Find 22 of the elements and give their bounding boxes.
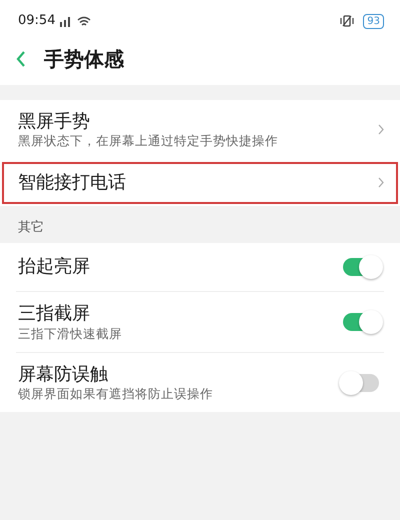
status-time: 09:54 — [18, 12, 56, 30]
item-title: 三指截屏 — [18, 302, 91, 326]
vibrate-icon — [339, 15, 356, 27]
chevron-icon — [378, 124, 384, 136]
section-heading: 其它 — [17, 218, 45, 237]
item-subtitle: 黑屏状态下，在屏幕上通过特定手势快捷操作 — [18, 133, 279, 150]
item-subtitle: 三指下滑快速截屏 — [18, 326, 123, 342]
item-title: 抬起亮屏 — [18, 255, 91, 279]
item-title: 黑屏手势 — [18, 110, 91, 134]
settings-item[interactable]: 黑屏手势 黑屏状态下，在屏幕上通过特定手势快捷操作 — [0, 100, 400, 160]
chevron-icon — [378, 177, 384, 188]
battery-level: 93 — [363, 14, 384, 28]
item-subtitle: 锁屏界面如果有遮挡将防止误操作 — [18, 386, 214, 402]
settings-item[interactable]: 三指截屏 三指下滑快速截屏 — [0, 292, 400, 352]
settings-item[interactable]: 抬起亮屏 — [0, 243, 400, 292]
wifi-icon — [77, 16, 92, 26]
back-icon[interactable] — [16, 50, 26, 68]
settings-item[interactable]: 智能接打电话 — [0, 160, 400, 206]
item-title: 智能接打电话 — [18, 170, 127, 194]
page-title: 手势体感 — [44, 46, 124, 72]
settings-item[interactable]: 屏幕防误触 锁屏界面如果有遮挡将防止误操作 — [0, 352, 400, 412]
item-title: 屏幕防误触 — [18, 362, 109, 386]
